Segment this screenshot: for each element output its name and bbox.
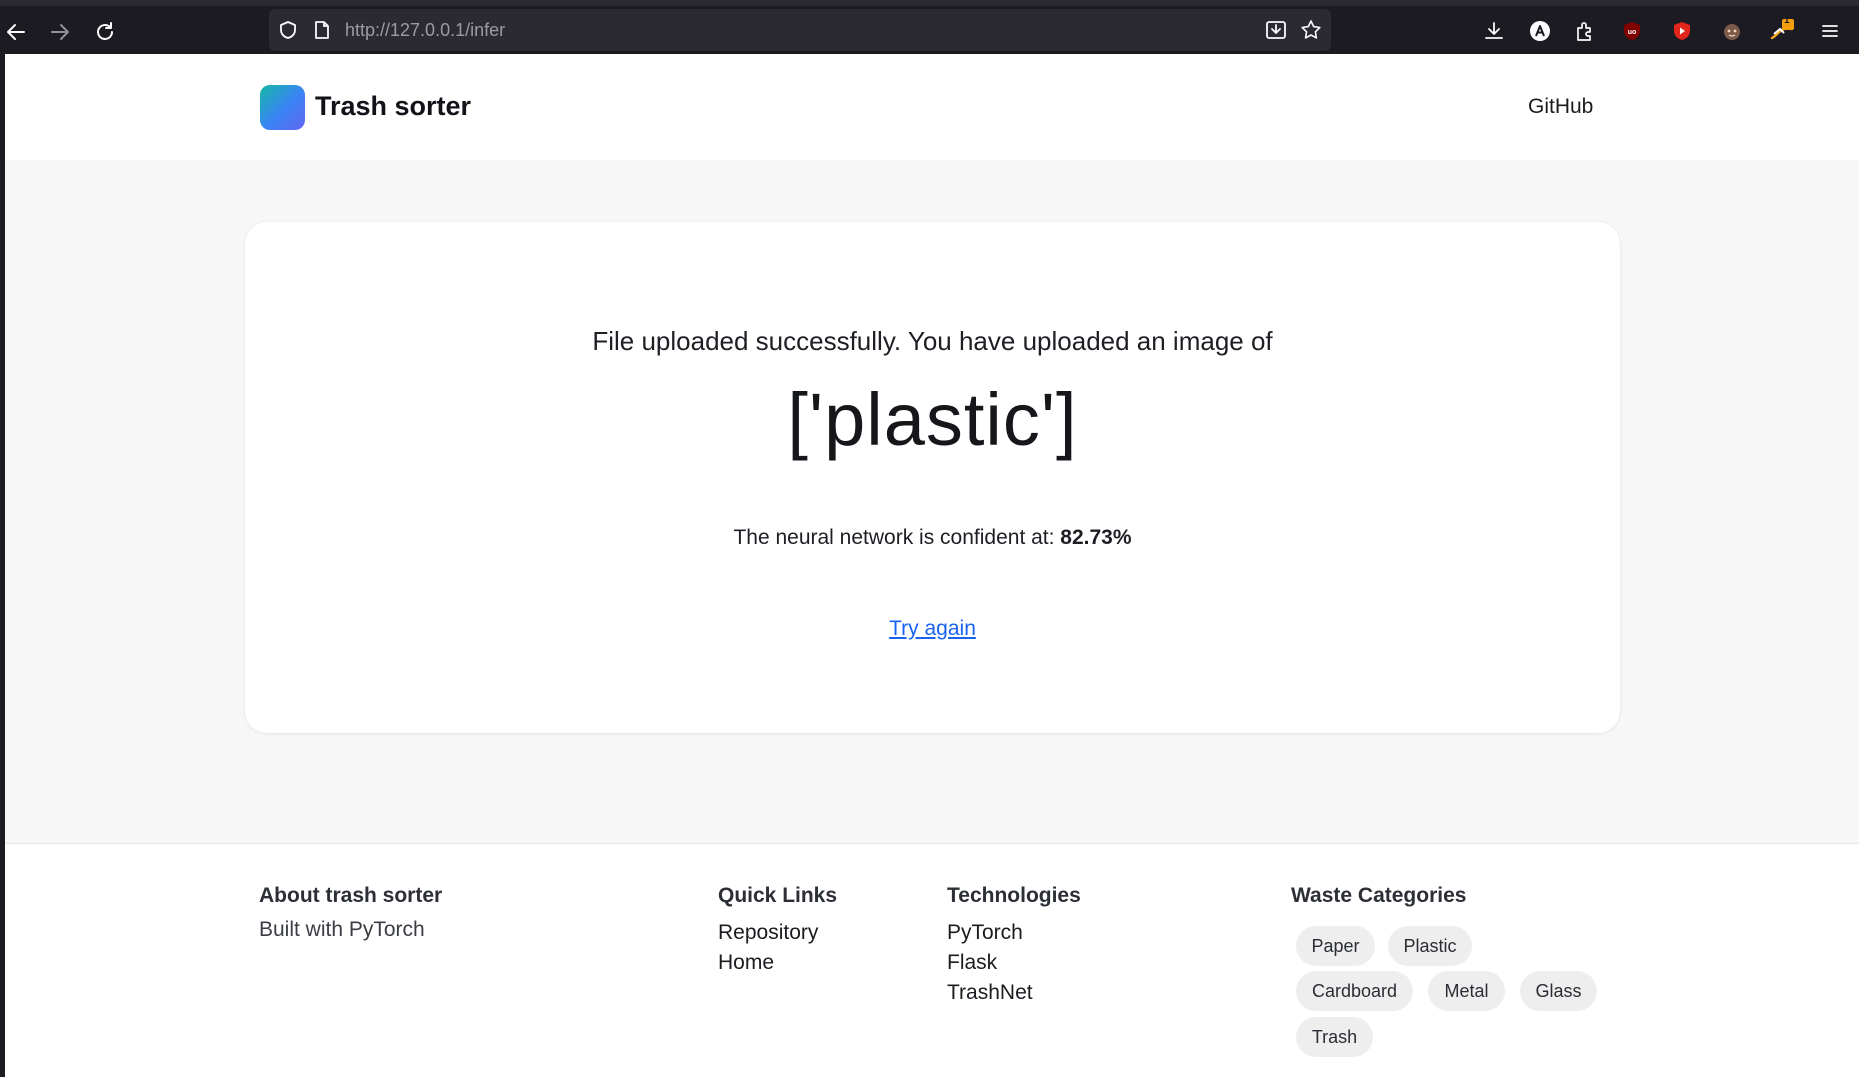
back-arrow-icon[interactable] [0, 12, 36, 52]
downloads-icon[interactable] [1479, 16, 1509, 46]
site-header: Trash sorter GitHub [5, 54, 1859, 160]
prediction-label: ['plastic'] [787, 378, 1078, 461]
menu-icon[interactable] [1815, 16, 1845, 46]
footer-link-repository[interactable]: Repository [718, 918, 837, 948]
browser-toolbar: http://127.0.0.1/infer uo 1 [0, 0, 1859, 54]
footer-tech-flask[interactable]: Flask [947, 948, 1081, 978]
category-chip-glass[interactable]: Glass [1520, 971, 1597, 1011]
category-chip-cardboard[interactable]: Cardboard [1296, 971, 1413, 1011]
footer-tech-trashnet[interactable]: TrashNet [947, 978, 1081, 1008]
logo-icon[interactable] [260, 85, 305, 130]
site-footer: About trash sorter Built with PyTorch Qu… [5, 843, 1859, 1078]
url-host: http://127.0.0.1 [345, 20, 466, 40]
category-chip-trash[interactable]: Trash [1296, 1017, 1373, 1057]
github-link[interactable]: GitHub [1528, 95, 1593, 119]
shield-icon[interactable] [277, 19, 299, 41]
page-icon[interactable] [311, 19, 333, 41]
reload-icon[interactable] [85, 12, 125, 52]
try-again-link[interactable]: Try again [889, 617, 976, 640]
footer-technologies: Technologies PyTorch Flask TrashNet [947, 884, 1081, 1008]
upload-message: File uploaded successfully. You have upl… [592, 326, 1273, 356]
footer-link-home[interactable]: Home [718, 948, 837, 978]
footer-tech-pytorch[interactable]: PyTorch [947, 918, 1081, 948]
youtube-icon[interactable] [1667, 16, 1697, 46]
footer-technologies-title: Technologies [947, 884, 1081, 907]
brand-title[interactable]: Trash sorter [315, 91, 471, 122]
confidence-text: The neural network is confident at: 82.7… [245, 526, 1620, 550]
footer-quick-links-title: Quick Links [718, 884, 838, 907]
category-chip-metal[interactable]: Metal [1428, 971, 1505, 1011]
footer-about-title: About trash sorter [259, 884, 443, 907]
confidence-prefix: The neural network is confident at: [733, 526, 1061, 549]
address-bar[interactable]: http://127.0.0.1/infer [269, 9, 1331, 51]
extension-face-icon[interactable] [1717, 16, 1747, 46]
footer-about-text: Built with PyTorch [259, 918, 425, 941]
svg-text:uo: uo [1628, 29, 1637, 36]
footer-categories: Waste Categories Paper Plastic Cardboard… [1291, 884, 1597, 1057]
category-chip-paper[interactable]: Paper [1296, 926, 1375, 966]
confidence-value: 82.73% [1060, 526, 1132, 549]
try-again-container: Try again [245, 617, 1620, 641]
footer-categories-title: Waste Categories [1291, 884, 1467, 907]
footer-quick-links: Quick Links Repository Home [718, 884, 837, 978]
category-chip-plastic[interactable]: Plastic [1388, 926, 1472, 966]
notification-badge: 1 [1784, 15, 1790, 26]
notification-extension-icon[interactable]: 1 [1767, 15, 1797, 46]
extensions-icon[interactable] [1570, 16, 1600, 46]
url-path: /infer [465, 20, 506, 40]
footer-about: About trash sorter Built with PyTorch [259, 884, 442, 942]
forward-arrow-icon[interactable] [40, 12, 80, 52]
url-text[interactable]: http://127.0.0.1/infer [345, 20, 505, 41]
bookmark-star-icon[interactable] [1300, 19, 1322, 41]
account-icon[interactable] [1525, 16, 1555, 46]
save-to-pocket-icon[interactable] [1265, 19, 1287, 41]
ublock-icon[interactable]: uo [1617, 16, 1647, 46]
result-card: File uploaded successfully. You have upl… [245, 222, 1620, 733]
